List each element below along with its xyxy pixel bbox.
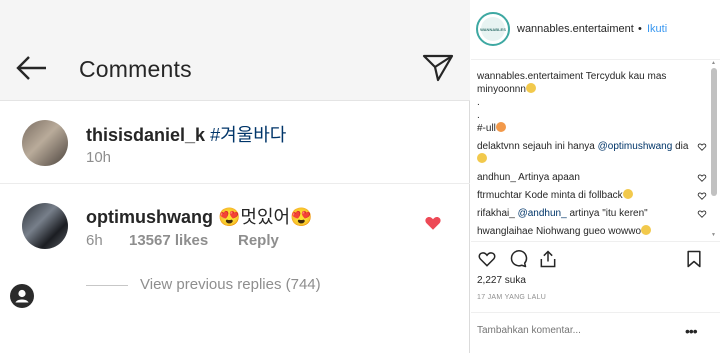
back-arrow-icon[interactable] bbox=[14, 50, 50, 86]
post-username[interactable]: wannables.entertaiment bbox=[517, 23, 634, 35]
page-title: Comments bbox=[79, 56, 192, 82]
post-actions bbox=[471, 241, 720, 277]
follow-button[interactable]: Ikuti bbox=[647, 23, 667, 35]
heart-filled-icon[interactable] bbox=[424, 214, 442, 232]
divider bbox=[0, 183, 470, 184]
more-options-icon[interactable]: ••• bbox=[685, 323, 698, 339]
scroll-up-icon[interactable]: ▲ bbox=[711, 60, 716, 66]
divider-line bbox=[86, 285, 128, 286]
avatar[interactable]: WANNABLES bbox=[476, 12, 510, 46]
emoji-icon bbox=[641, 225, 652, 235]
emoji-icon bbox=[477, 153, 487, 163]
instagram-post-panel: WANNABLES wannables.entertaiment • Ikuti… bbox=[471, 0, 720, 353]
mobile-comments-screen: Comments thisisdaniel_k #겨울바다 10h optimu… bbox=[0, 0, 470, 353]
comment-likes[interactable]: 13567 likes bbox=[129, 232, 208, 249]
heart-outline-icon[interactable] bbox=[697, 142, 707, 152]
mention-link[interactable]: @andhun_ bbox=[518, 208, 567, 219]
list-item: ftrmuchtar Kode minta di follback bbox=[477, 189, 709, 202]
comments-header: Comments bbox=[0, 0, 470, 101]
comment-username[interactable]: ftrmuchtar bbox=[477, 190, 522, 201]
heart-outline-icon[interactable] bbox=[697, 173, 707, 183]
post-header: WANNABLES wannables.entertaiment • Ikuti bbox=[471, 0, 720, 60]
list-item: rifakhai_ @andhun_ artinya "itu keren" bbox=[477, 207, 709, 220]
caption-line: #-ull bbox=[477, 122, 691, 135]
bookmark-icon[interactable] bbox=[684, 249, 704, 269]
list-item: hwanglaihae Niohwang gueo wowwo bbox=[477, 225, 709, 238]
heart-outline-icon[interactable] bbox=[697, 191, 707, 201]
comment-username[interactable]: optimushwang bbox=[86, 207, 213, 227]
likes-count[interactable]: 2,227 suka bbox=[477, 275, 526, 286]
comment-username[interactable]: hwanglaihae bbox=[477, 226, 533, 237]
post-timestamp: 17 JAM YANG LALU bbox=[477, 294, 547, 301]
share-icon[interactable] bbox=[538, 249, 558, 269]
heart-outline-icon[interactable] bbox=[477, 249, 497, 269]
comment-text: Niohwang gueo wowwo bbox=[535, 226, 642, 237]
brand-logo: WANNABLES bbox=[480, 17, 506, 41]
emoji-icon bbox=[622, 189, 633, 199]
comment-line: optimushwang 😍멋있어😍 bbox=[86, 203, 313, 229]
comment-text: 😍멋있어😍 bbox=[218, 207, 313, 227]
reply-button[interactable]: Reply bbox=[238, 232, 279, 249]
comment-text: dia bbox=[675, 141, 689, 152]
caption: wannables.entertaiment Tercyduk kau mas … bbox=[477, 70, 709, 135]
add-comment-bar: ••• bbox=[471, 312, 720, 353]
separator-dot: • bbox=[638, 23, 642, 35]
list-item: delaktvnn sejauh ini hanya @optimushwang… bbox=[477, 140, 709, 166]
scroll-down-icon[interactable]: ▼ bbox=[711, 232, 716, 238]
hashtag-link[interactable]: #겨울바다 bbox=[210, 125, 286, 145]
comment-text: Artinya apaan bbox=[518, 172, 580, 183]
mention-link[interactable]: @optimushwang bbox=[598, 141, 673, 152]
comment-text: artinya "itu keren" bbox=[569, 208, 648, 219]
scrollbar-thumb[interactable] bbox=[711, 68, 717, 196]
scrollbar[interactable]: ▲ ▼ bbox=[711, 60, 717, 240]
comment-username[interactable]: thisisdaniel_k bbox=[86, 125, 205, 145]
comments-list: wannables.entertaiment Tercyduk kau mas … bbox=[477, 70, 709, 240]
emoji-icon bbox=[495, 122, 506, 132]
view-previous-replies-link[interactable]: View previous replies (744) bbox=[140, 276, 321, 293]
caption-line: . bbox=[477, 110, 480, 121]
comment-time: 6h bbox=[86, 232, 103, 249]
avatar[interactable] bbox=[22, 203, 68, 249]
comment-time: 10h bbox=[86, 149, 112, 166]
comment-username[interactable]: andhun_ bbox=[477, 172, 516, 183]
comment-username[interactable]: wannables.entertaiment bbox=[477, 71, 583, 82]
comment-line: thisisdaniel_k #겨울바다 bbox=[86, 121, 286, 147]
add-comment-input[interactable] bbox=[477, 325, 667, 336]
list-item: andhun_ Artinya apaan bbox=[477, 171, 709, 184]
comment-username[interactable]: delaktvnn bbox=[477, 141, 520, 152]
profile-icon[interactable] bbox=[10, 284, 34, 308]
caption-line: . bbox=[477, 97, 480, 108]
send-direct-icon[interactable] bbox=[420, 50, 456, 86]
comment-username[interactable]: rifakhai_ bbox=[477, 208, 515, 219]
emoji-icon bbox=[525, 83, 536, 93]
heart-outline-icon[interactable] bbox=[697, 209, 707, 219]
avatar[interactable] bbox=[22, 120, 68, 166]
comment-icon[interactable] bbox=[508, 249, 528, 269]
comment-text: Kode minta di follback bbox=[524, 190, 623, 201]
comment-text: sejauh ini hanya bbox=[522, 141, 595, 152]
